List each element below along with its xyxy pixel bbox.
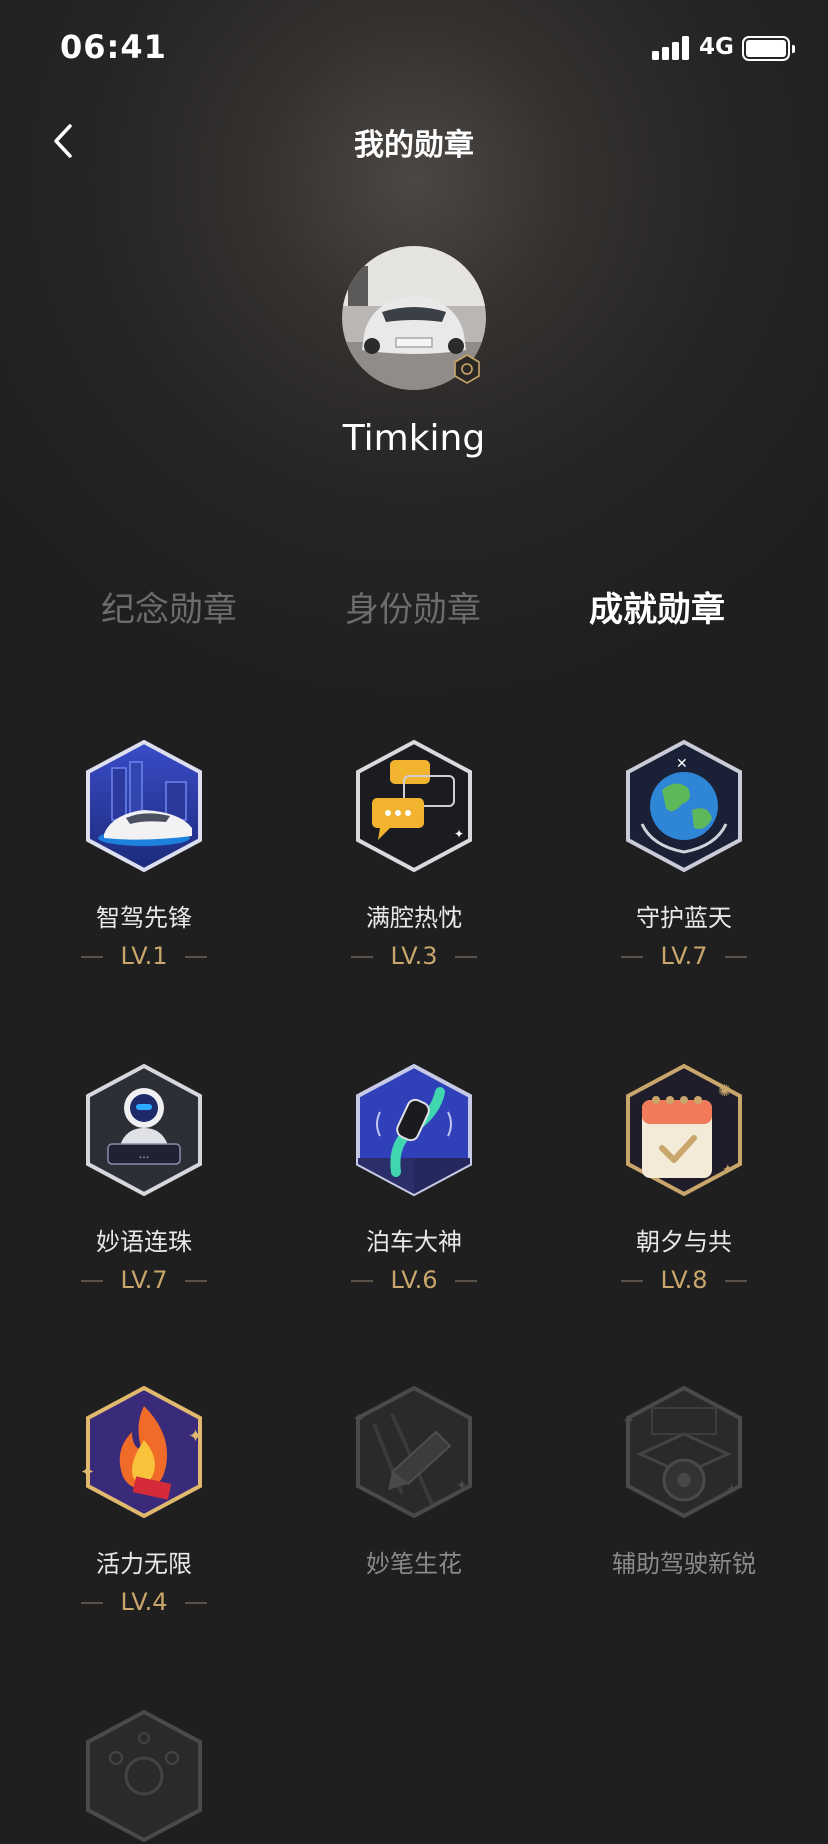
svg-text:✦: ✦ xyxy=(82,1462,95,1483)
badge-item[interactable]: ✕ 守护蓝天 LV.7 xyxy=(564,738,804,970)
svg-text:✦: ✦ xyxy=(352,1409,365,1428)
parking-badge-icon xyxy=(356,1063,472,1197)
badge-level: LV.7 xyxy=(24,1266,264,1294)
svg-text:✦: ✦ xyxy=(726,1482,738,1498)
badge-name: 妙语连珠 xyxy=(96,1228,192,1256)
badge-name: 泊车大神 xyxy=(366,1228,462,1256)
svg-text:✺: ✺ xyxy=(718,1081,731,1100)
badge-item-locked[interactable] xyxy=(24,1708,264,1844)
badge-level: LV.3 xyxy=(294,942,534,970)
svg-text:✦: ✦ xyxy=(454,827,464,841)
tab-achievement[interactable]: 成就勋章 xyxy=(557,582,757,631)
badge-level: LV.6 xyxy=(294,1266,534,1294)
svg-text:…: … xyxy=(139,1148,150,1161)
badge-name: 守护蓝天 xyxy=(636,904,732,932)
svg-text:✕: ✕ xyxy=(676,756,688,772)
badge-item-locked[interactable]: ✦ ✦ 辅助驾驶新锐 xyxy=(564,1384,804,1578)
page-title: 我的勋章 xyxy=(354,128,474,163)
autopilot-car-badge-icon xyxy=(86,739,202,873)
badge-item[interactable]: 泊车大神 LV.6 xyxy=(294,1062,534,1294)
badge-level: LV.7 xyxy=(564,942,804,970)
badge-name: 朝夕与共 xyxy=(636,1228,732,1256)
tab-commemorative[interactable]: 纪念勋章 xyxy=(69,582,269,631)
tab-identity[interactable]: 身份勋章 xyxy=(313,582,513,631)
flame-badge-icon: ✦ ✦ xyxy=(82,1385,203,1519)
earth-hands-badge-icon: ✕ xyxy=(626,739,742,873)
badge-item-locked[interactable]: ✦ ✦ 妙笔生花 xyxy=(294,1384,534,1578)
svg-text:✦: ✦ xyxy=(722,1162,734,1178)
badge-item[interactable]: 智驾先锋 LV.1 xyxy=(24,738,264,970)
badge-name: 智驾先锋 xyxy=(96,904,192,932)
badge-level: LV.1 xyxy=(24,942,264,970)
pen-locked-badge-icon: ✦ ✦ xyxy=(352,1385,472,1519)
badge-item[interactable]: ✦ 满腔热忱 LV.3 xyxy=(294,738,534,970)
calendar-badge-icon: ✺ ✦ xyxy=(626,1063,742,1197)
badge-name: 辅助驾驶新锐 xyxy=(612,1550,756,1578)
signal-icon xyxy=(652,36,692,60)
screen-background: 06:41 4G 我的勋章 Timking 纪念勋章 身份勋章 成就勋章 智驾先… xyxy=(0,0,828,1843)
badge-name: 妙笔生花 xyxy=(366,1550,462,1578)
svg-text:✦: ✦ xyxy=(622,1411,635,1430)
voice-assistant-badge-icon: … xyxy=(86,1063,202,1197)
avatar-level-badge-icon xyxy=(454,354,480,384)
badge-item[interactable]: ✦ ✦ 活力无限 LV.4 xyxy=(24,1384,264,1616)
svg-text:✦: ✦ xyxy=(456,1478,468,1494)
badge-name: 满腔热忱 xyxy=(366,904,462,932)
network-label: 4G xyxy=(699,34,734,60)
driving-locked-badge-icon: ✦ ✦ xyxy=(622,1385,742,1519)
status-bar: 06:41 4G xyxy=(0,0,828,100)
status-time: 06:41 xyxy=(60,28,167,66)
chat-bubbles-badge-icon: ✦ xyxy=(356,739,472,873)
badge-level: LV.4 xyxy=(24,1588,264,1616)
badge-level: LV.8 xyxy=(564,1266,804,1294)
username: Timking xyxy=(342,418,486,459)
tab-bar: 纪念勋章 身份勋章 成就勋章 xyxy=(0,582,828,632)
music-locked-badge-icon xyxy=(86,1709,202,1843)
badge-item[interactable]: ✺ ✦ 朝夕与共 LV.8 xyxy=(564,1062,804,1294)
badge-item[interactable]: … 妙语连珠 LV.7 xyxy=(24,1062,264,1294)
battery-icon xyxy=(742,36,795,61)
badge-name: 活力无限 xyxy=(96,1550,192,1578)
svg-text:✦: ✦ xyxy=(188,1426,203,1447)
